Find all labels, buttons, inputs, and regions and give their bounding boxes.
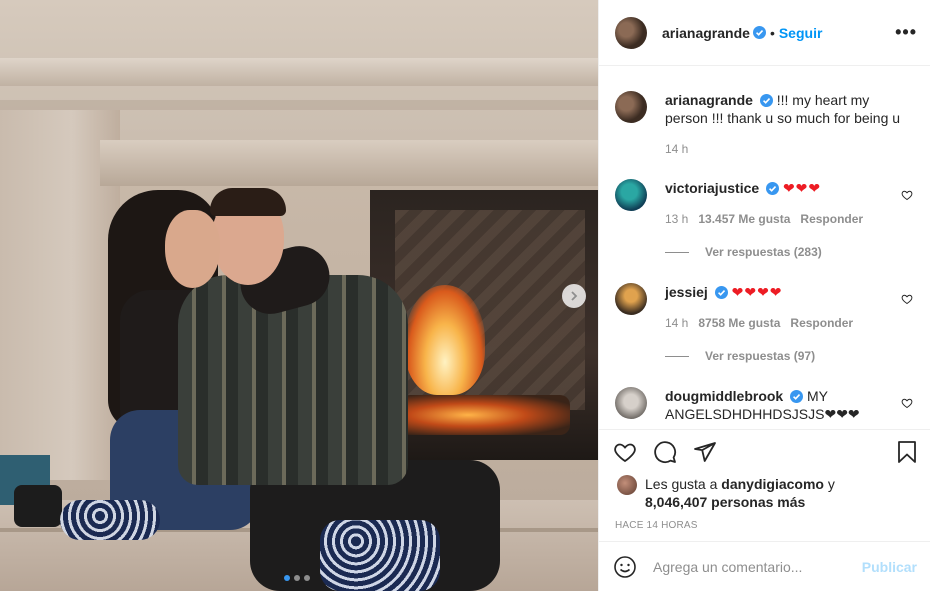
verified-badge-icon [759,94,773,107]
caption-time: 14 h [665,142,688,156]
carousel-dot [294,575,300,581]
likes-user[interactable]: danydigiacomo [721,476,824,492]
comment-meta: 14 h 8758 Me gusta Responder [665,316,853,330]
follow-button[interactable]: Seguir [779,25,823,41]
comment-icon[interactable] [653,440,677,464]
verified-badge-icon [790,390,804,403]
woman-face [165,210,220,288]
comment-likes[interactable]: 8758 Me gusta [698,316,780,330]
dark-pot [14,485,62,527]
fire-flame [405,285,485,395]
replies-line [665,355,689,357]
post-header: arianagrande • Seguir ••• [599,0,930,66]
like-comment-heart-icon[interactable] [901,293,913,305]
wall-molding [0,58,598,86]
post-timestamp[interactable]: HACE 14 HORAS [615,520,698,531]
caption-time-text[interactable]: 14 h [665,142,688,156]
like-comment-heart-icon[interactable] [901,397,913,409]
view-replies-label: Ver respuestas (283) [705,245,822,259]
comment-meta: 13 h 13.457 Me gusta Responder [665,212,863,226]
replies-line [665,251,689,253]
share-send-icon[interactable] [693,440,717,464]
emoji-icon[interactable] [613,555,637,579]
man-hair [210,188,286,216]
header-separator: • [769,24,775,41]
comment-input[interactable] [653,558,853,575]
comment-username[interactable]: dougmiddlebrook [665,388,783,404]
fireplace-mantel [100,140,598,186]
comment-likes[interactable]: 13.457 Me gusta [698,212,790,226]
avatar[interactable] [615,16,647,49]
avatar[interactable] [615,91,647,123]
post-photo[interactable] [0,0,598,591]
likes-others[interactable]: 8,046,407 personas más [645,494,805,510]
comment-body: jessiej ❤❤❤❤ [665,283,905,301]
carousel-dot [284,575,290,581]
verified-badge-icon [766,182,780,195]
woman-boot [60,500,160,540]
reply-button[interactable]: Responder [790,316,853,330]
likes-text: Les gusta a danydigiacomo y 8,046,407 pe… [645,475,835,511]
comment-text: ❤❤❤❤ [731,284,783,300]
avatar[interactable] [615,387,647,419]
comment-username[interactable]: jessiej [665,284,708,300]
like-heart-icon[interactable] [613,440,637,464]
comment-username[interactable]: victoriajustice [665,180,759,196]
header-username[interactable]: arianagrande [662,25,750,41]
likes-prefix: Les gusta a [645,476,718,492]
avatar[interactable] [615,283,647,315]
view-replies-button[interactable]: Ver respuestas (97) [665,349,815,363]
reply-button[interactable]: Responder [800,212,863,226]
carousel-indicator [284,575,310,581]
likes-summary: Les gusta a danydigiacomo y 8,046,407 pe… [617,475,835,511]
caption-username[interactable]: arianagrande [665,92,753,108]
comment-time[interactable]: 14 h [665,316,688,330]
avatar[interactable] [615,179,647,211]
comment-body: victoriajustice ❤❤❤ [665,179,905,197]
carousel-next-button[interactable] [562,284,586,308]
carousel-dot [304,575,310,581]
post-actions: Les gusta a danydigiacomo y 8,046,407 pe… [599,429,930,541]
like-comment-heart-icon[interactable] [901,189,913,201]
comment-time[interactable]: 13 h [665,212,688,226]
view-replies-label: Ver respuestas (97) [705,349,816,363]
caption-body: arianagrande !!! my heart my person !!! … [665,91,905,127]
action-icons [613,440,717,464]
burning-logs [400,395,570,435]
wall-molding-lower [0,100,598,110]
post-side-panel: arianagrande • Seguir ••• arianagrande !… [598,0,930,591]
verified-badge-icon [714,286,728,299]
avatar[interactable] [617,475,637,495]
comment-text: ❤❤❤ [782,180,822,196]
comment-body: dougmiddlebrook MY ANGELSDHDHHDSJSJS❤❤❤ [665,387,905,423]
add-comment-bar: Publicar [599,541,930,591]
verified-badge-icon [752,26,766,39]
patterned-sock [320,520,440,591]
chevron-right-icon [571,291,578,301]
view-replies-button[interactable]: Ver respuestas (283) [665,245,822,259]
publish-button[interactable]: Publicar [862,559,917,575]
comments-list: arianagrande !!! my heart my person !!! … [599,67,930,429]
save-bookmark-icon[interactable] [895,440,919,464]
likes-suffix: y [827,476,835,492]
more-options-icon[interactable]: ••• [895,22,917,43]
